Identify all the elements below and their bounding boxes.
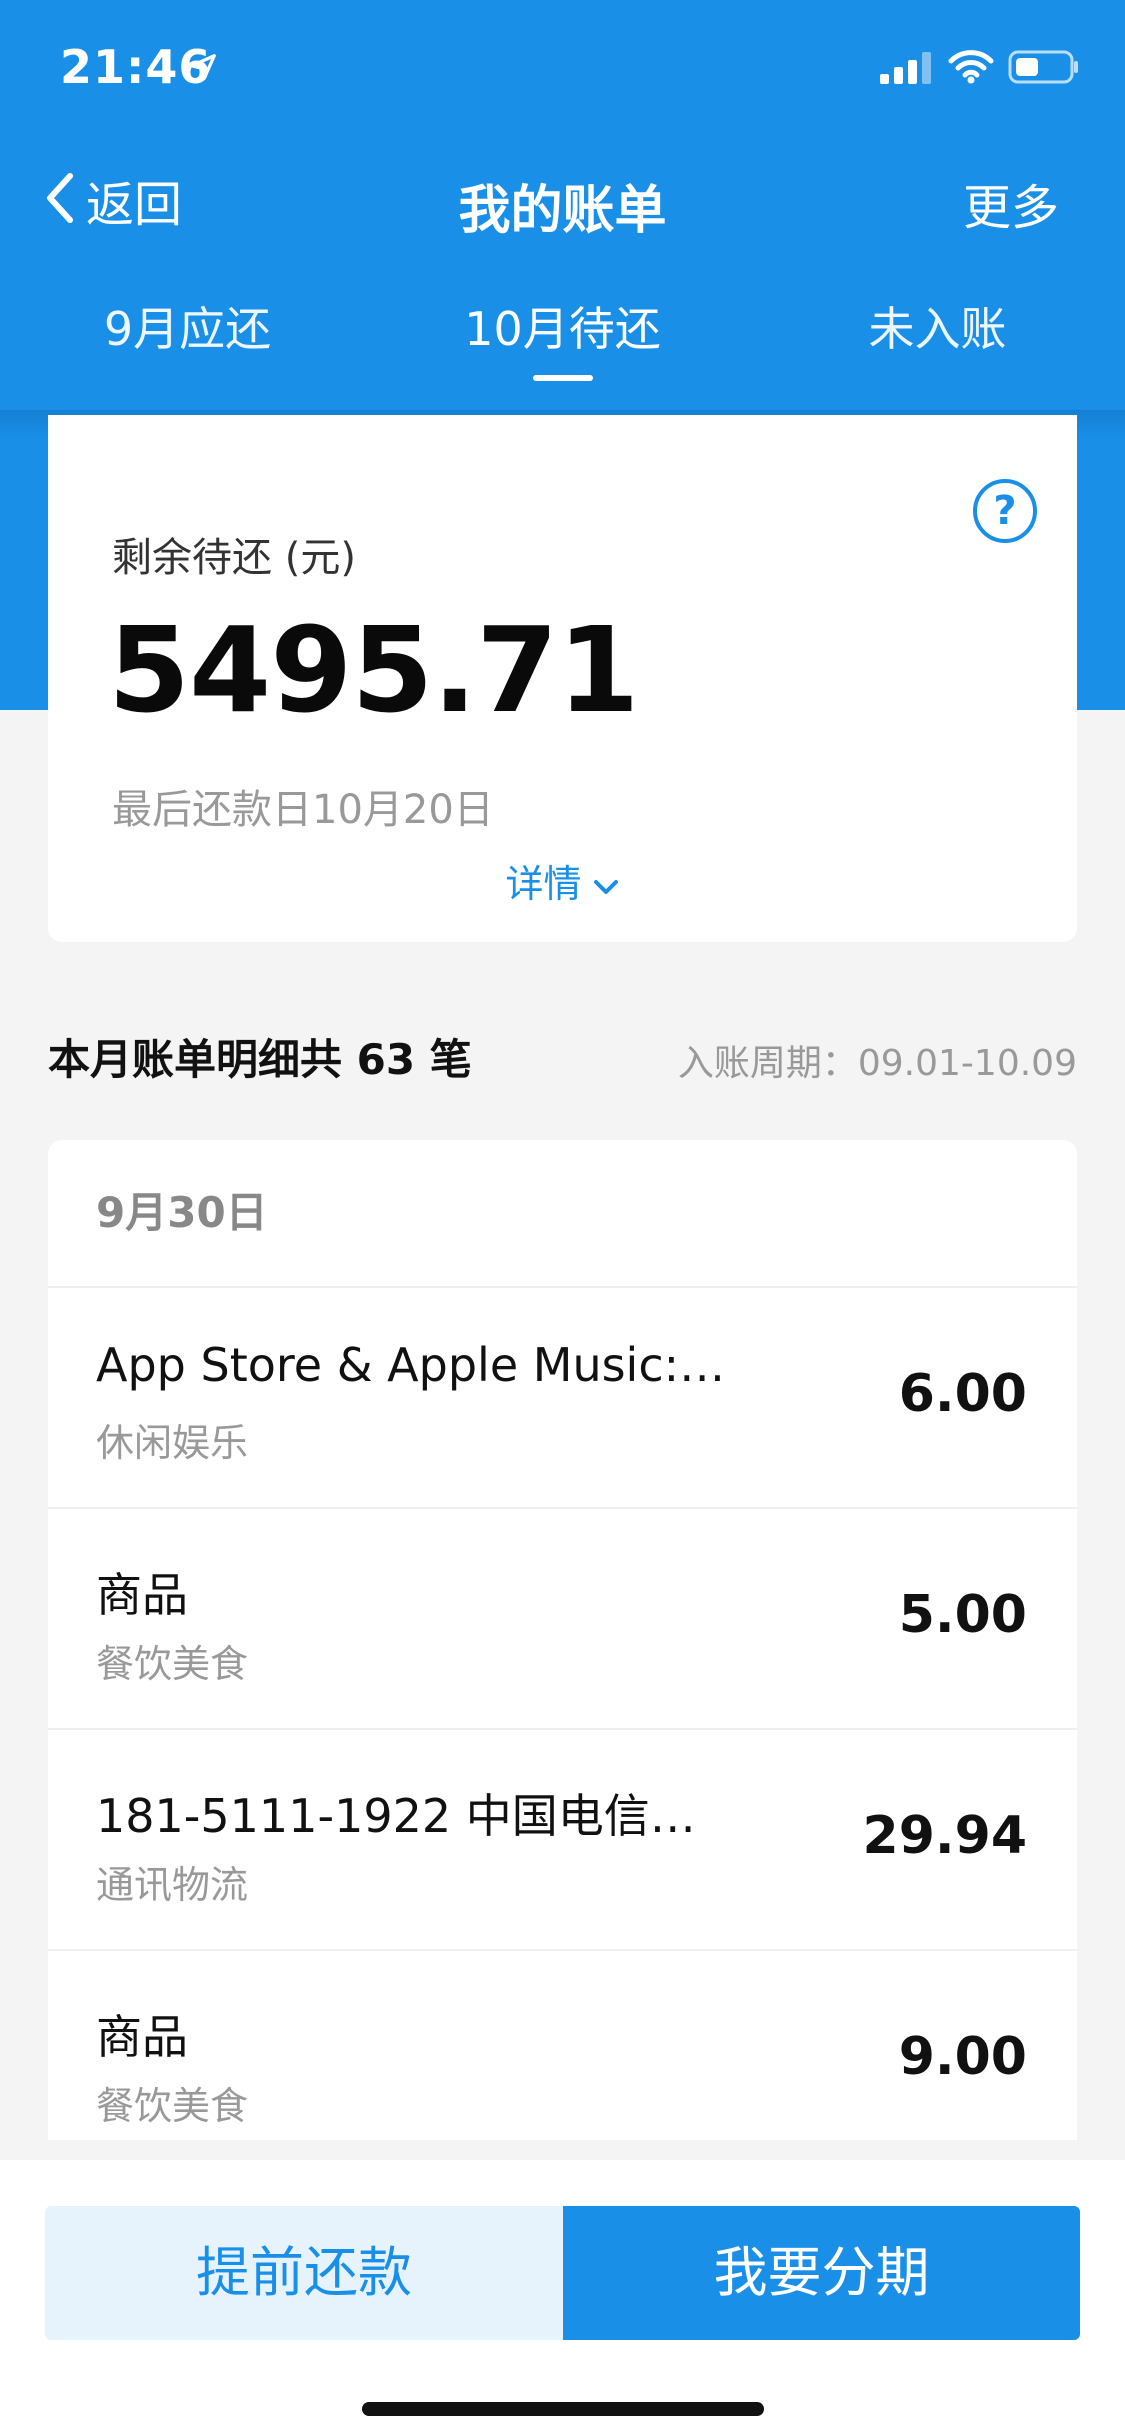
transaction-row[interactable]: 181-5111-1922 中国电信官… 通讯物流 29.94 [48, 1730, 1077, 1951]
statement-count-title: 本月账单明细共 63 笔 [48, 1035, 472, 1084]
balance-summary-card: ? 剩余待还 (元) 5495.71 最后还款日10月20日 详情 [48, 415, 1077, 942]
billing-period: 入账周期：09.01-10.09 [677, 1043, 1077, 1084]
transaction-row[interactable]: 商品 餐饮美食 5.00 [48, 1509, 1077, 1730]
cellular-signal-icon [880, 52, 934, 88]
tab-bar: 9月应还 10月待还 未入账 [0, 285, 1125, 405]
location-arrow-icon [188, 52, 218, 86]
page-title: 我的账单 [458, 181, 667, 241]
nav-bar: 返回 我的账单 更多 [0, 150, 1125, 250]
details-toggle[interactable]: 详情 [48, 853, 1077, 908]
transaction-name: 商品 [96, 2010, 188, 2064]
transaction-row[interactable]: App Store & Apple Music:… 休闲娱乐 6.00 [48, 1288, 1077, 1509]
transaction-name: 181-5111-1922 中国电信官… [96, 1789, 736, 1843]
chevron-down-icon [582, 862, 620, 906]
date-group-header: 9月30日 [48, 1140, 1077, 1288]
screen: 21:46 返回 我的账单 更多 9月应还 10月待还 未入账 ? 剩余待还 (… [0, 0, 1125, 2436]
bottom-action-bar: 提前还款 我要分期 [0, 2160, 1125, 2436]
remaining-balance-label: 剩余待还 (元) [112, 535, 356, 581]
transaction-name: App Store & Apple Music:… [96, 1338, 726, 1392]
help-icon[interactable]: ? [973, 479, 1037, 543]
transaction-amount: 9.00 [898, 2027, 1027, 2087]
battery-icon [1008, 50, 1080, 88]
home-indicator[interactable] [362, 2402, 764, 2416]
remaining-balance-amount: 5495.71 [108, 601, 639, 739]
active-tab-indicator [533, 375, 593, 381]
transaction-category: 餐饮美食 [96, 2084, 249, 2128]
transaction-category: 休闲娱乐 [96, 1421, 249, 1465]
tab-september-due[interactable]: 9月应还 [0, 293, 375, 359]
tab-unposted[interactable]: 未入账 [750, 293, 1125, 359]
transaction-category: 通讯物流 [96, 1863, 249, 1907]
transaction-amount: 5.00 [898, 1585, 1027, 1645]
installment-button[interactable]: 我要分期 [563, 2206, 1080, 2340]
prepay-button[interactable]: 提前还款 [45, 2206, 563, 2340]
transaction-row[interactable]: 商品 餐饮美食 9.00 [48, 1951, 1077, 2172]
transaction-list: 9月30日 App Store & Apple Music:… 休闲娱乐 6.0… [48, 1140, 1077, 2172]
details-label: 详情 [505, 862, 582, 906]
wifi-icon [948, 50, 994, 88]
tab-october-pending[interactable]: 10月待还 [375, 293, 750, 359]
transaction-name: 商品 [96, 1568, 188, 1622]
transaction-amount: 29.94 [862, 1806, 1027, 1866]
due-date-text: 最后还款日10月20日 [112, 787, 494, 833]
more-button[interactable]: 更多 [963, 168, 1059, 238]
transaction-amount: 6.00 [898, 1364, 1027, 1424]
transaction-category: 餐饮美食 [96, 1642, 249, 1686]
status-bar: 21:46 [0, 0, 1125, 135]
